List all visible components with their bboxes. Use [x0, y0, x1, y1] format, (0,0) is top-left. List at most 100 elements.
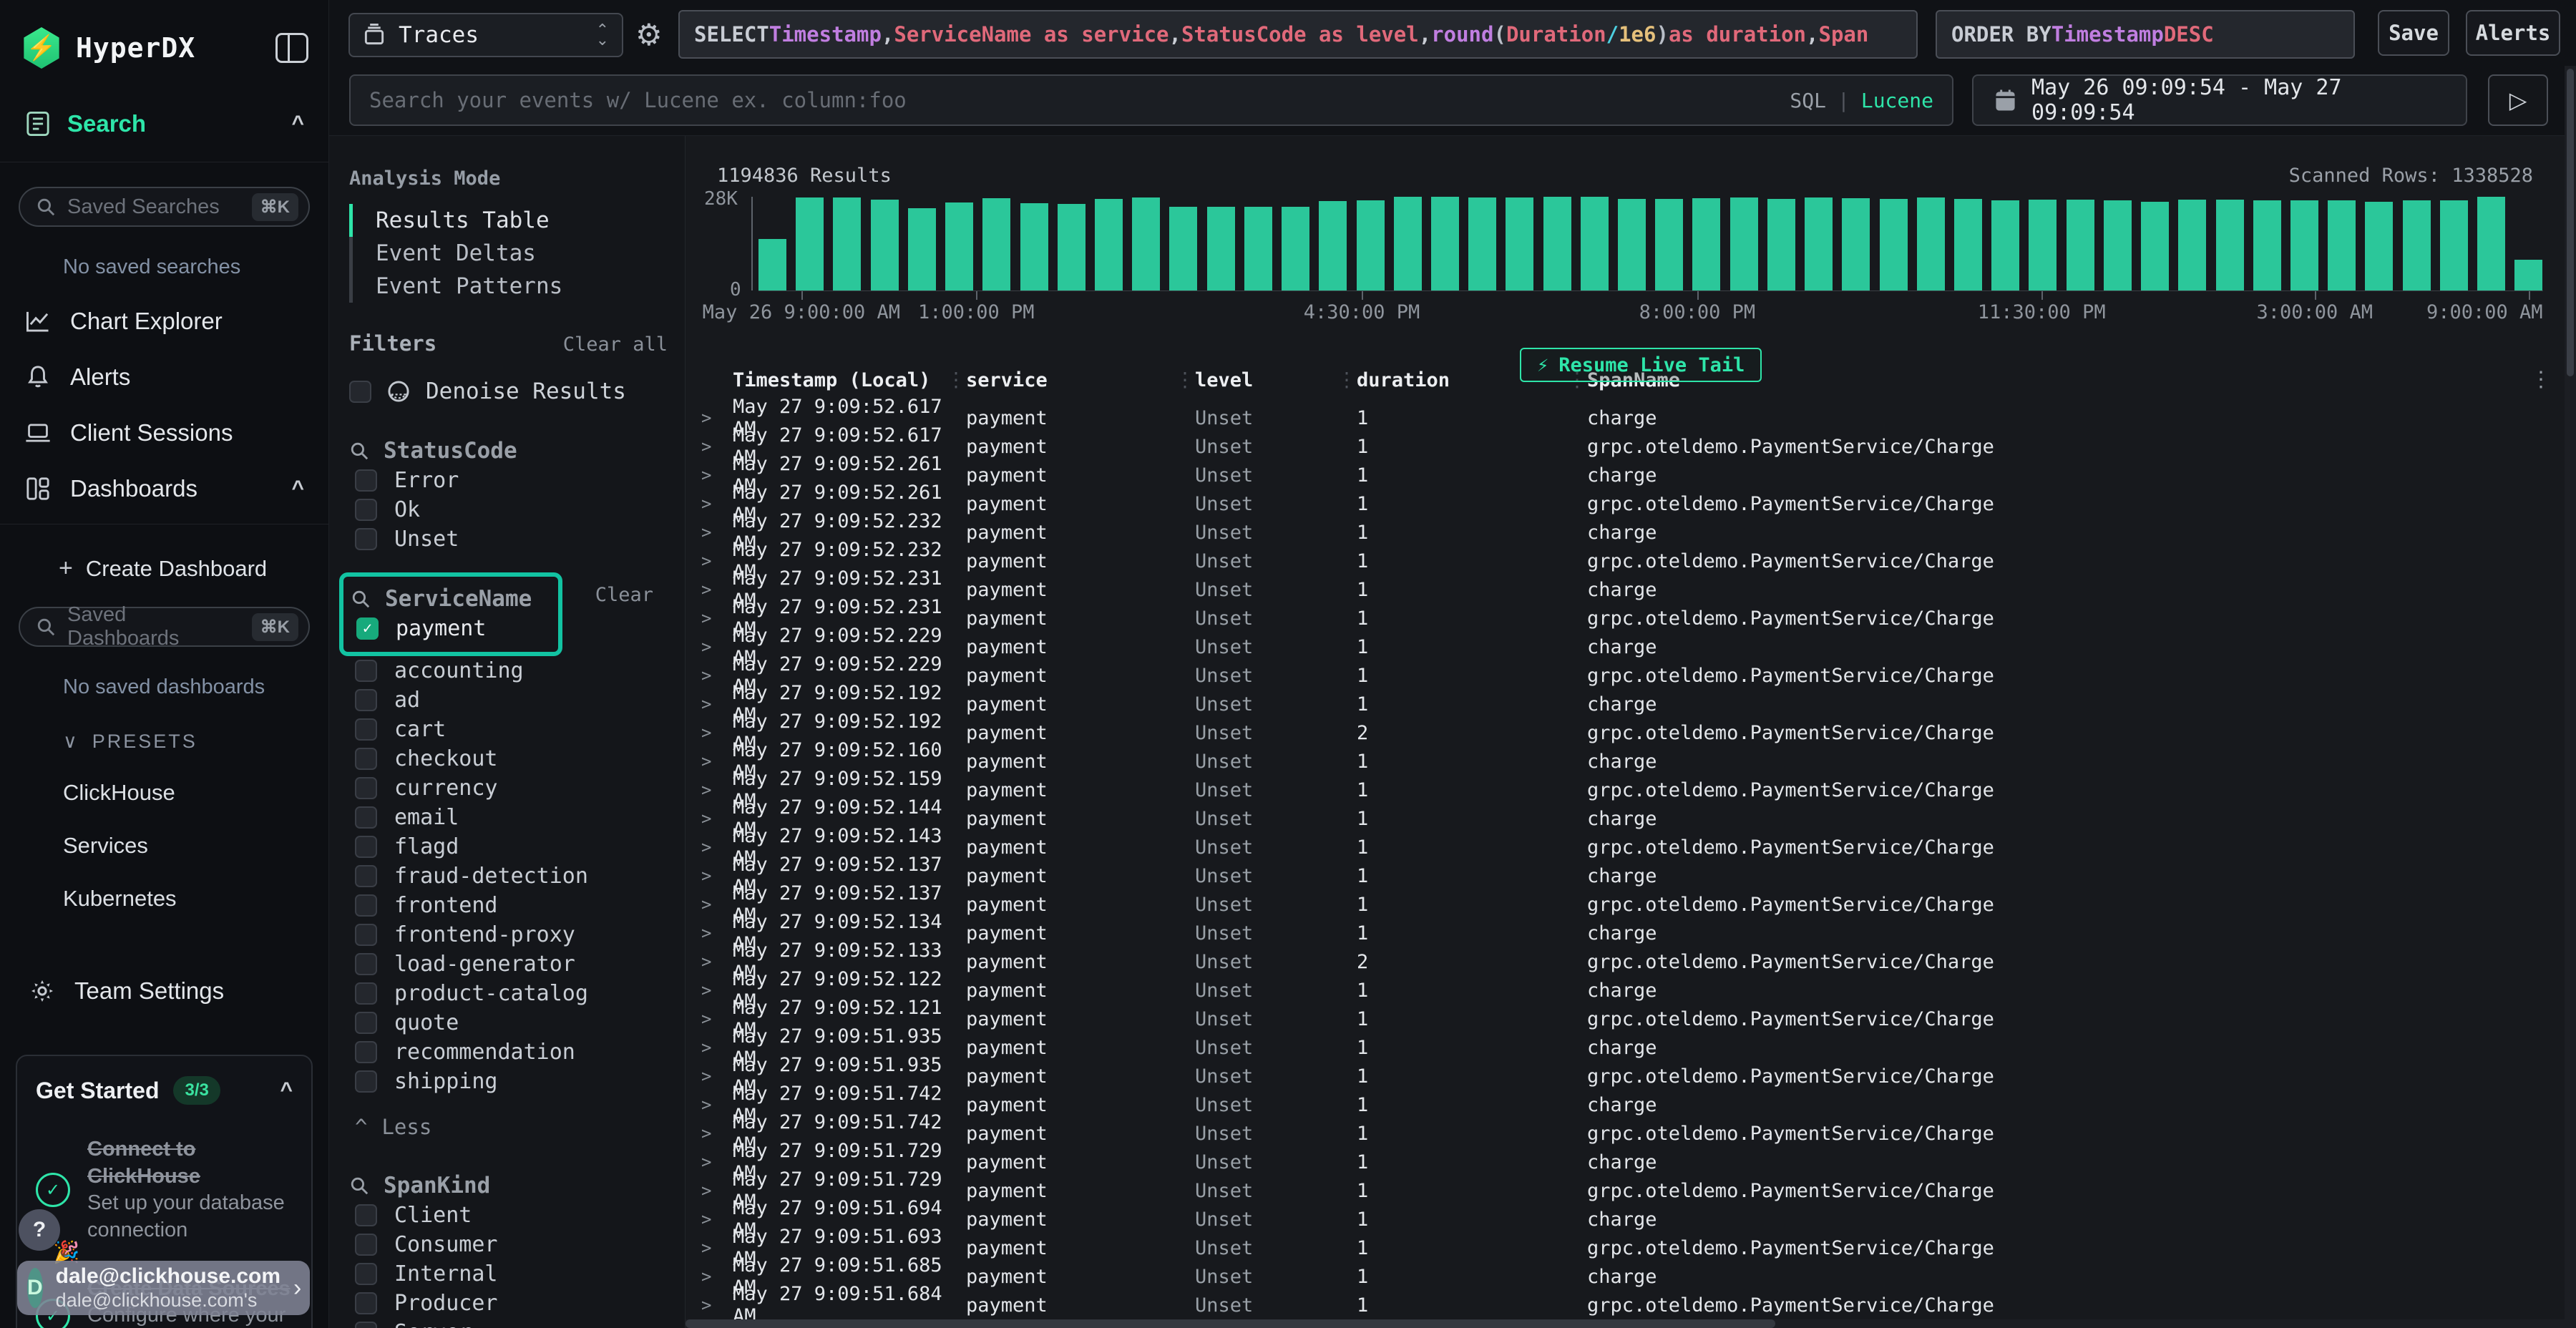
- filter-item[interactable]: Producer: [349, 1289, 668, 1318]
- histogram-bar[interactable]: [2477, 197, 2505, 290]
- filter-item[interactable]: ad: [349, 685, 668, 715]
- filter-item[interactable]: frontend: [349, 891, 668, 920]
- histogram-bar[interactable]: [1506, 197, 1533, 290]
- filter-item[interactable]: Unset: [349, 524, 668, 554]
- row-expand-chevron[interactable]: >: [701, 1266, 733, 1286]
- histogram-bar[interactable]: [1020, 203, 1048, 290]
- row-expand-chevron[interactable]: >: [701, 1295, 733, 1315]
- checkbox[interactable]: [355, 748, 377, 770]
- chevron-up-icon[interactable]: ^: [280, 1078, 293, 1103]
- servicename-clear-link[interactable]: Clear: [595, 584, 653, 606]
- user-menu[interactable]: D dale@clickhouse.com dale@clickhouse.co…: [17, 1261, 310, 1315]
- sidebar-item-client-sessions[interactable]: Client Sessions: [0, 419, 328, 446]
- filter-item[interactable]: fraud-detection: [349, 861, 668, 891]
- histogram-bar[interactable]: [1207, 207, 1235, 290]
- row-expand-chevron[interactable]: >: [701, 494, 733, 514]
- checkbox[interactable]: [355, 865, 377, 887]
- chevron-up-icon[interactable]: ^: [291, 477, 304, 501]
- filter-item[interactable]: accounting: [349, 656, 668, 685]
- row-expand-chevron[interactable]: >: [701, 637, 733, 657]
- saved-dashboards-input[interactable]: Saved Dashboards ⌘K: [19, 607, 310, 647]
- row-expand-chevron[interactable]: >: [701, 1238, 733, 1258]
- row-expand-chevron[interactable]: >: [701, 580, 733, 600]
- checkbox[interactable]: [355, 718, 377, 741]
- histogram-bar[interactable]: [1655, 199, 1683, 290]
- histogram-bar[interactable]: [1730, 197, 1758, 290]
- checkbox[interactable]: [355, 924, 377, 946]
- histogram-bar[interactable]: [1954, 199, 1982, 290]
- checkbox[interactable]: [355, 806, 377, 829]
- checkbox[interactable]: [355, 1204, 377, 1226]
- filter-item[interactable]: flagd: [349, 832, 668, 861]
- filter-item[interactable]: Client: [349, 1201, 668, 1230]
- row-expand-chevron[interactable]: >: [701, 408, 733, 428]
- filter-item[interactable]: Server: [349, 1318, 668, 1328]
- row-expand-chevron[interactable]: >: [701, 1009, 733, 1029]
- histogram-bar[interactable]: [758, 239, 786, 290]
- preset-services[interactable]: Services: [0, 833, 328, 859]
- filter-item[interactable]: Error: [349, 466, 668, 495]
- histogram-bar[interactable]: [2514, 260, 2542, 291]
- chevron-up-icon[interactable]: ^: [291, 112, 304, 136]
- histogram-bar[interactable]: [1244, 207, 1272, 290]
- row-expand-chevron[interactable]: >: [701, 1181, 733, 1201]
- histogram-bar[interactable]: [1991, 200, 2019, 290]
- scrollbar-thumb[interactable]: [686, 1319, 1775, 1328]
- histogram-bar[interactable]: [1618, 199, 1646, 290]
- row-expand-chevron[interactable]: >: [701, 522, 733, 542]
- histogram-bar[interactable]: [1058, 204, 1085, 290]
- histogram-bar[interactable]: [1431, 197, 1459, 290]
- sidebar-item-search[interactable]: Search ^: [0, 69, 328, 137]
- row-expand-chevron[interactable]: >: [701, 780, 733, 800]
- histogram-bar[interactable]: [1282, 207, 1309, 290]
- checkbox[interactable]: [355, 1070, 377, 1093]
- mode-results-table[interactable]: Results Table: [349, 204, 668, 237]
- checkbox[interactable]: [355, 469, 377, 492]
- query-language-toggle[interactable]: SQL | Lucene: [1790, 89, 1933, 112]
- row-expand-chevron[interactable]: >: [701, 980, 733, 1000]
- histogram-bar[interactable]: [2328, 200, 2356, 290]
- histogram-bar[interactable]: [1767, 199, 1795, 290]
- horizontal-scrollbar[interactable]: [686, 1319, 2565, 1328]
- checkbox[interactable]: [355, 528, 377, 550]
- filter-item-payment-checked[interactable]: ✓ payment: [351, 614, 548, 643]
- filter-item[interactable]: shipping: [349, 1067, 668, 1096]
- saved-searches-input[interactable]: Saved Searches ⌘K: [19, 187, 310, 227]
- histogram-bar[interactable]: [2365, 202, 2393, 290]
- filter-item[interactable]: checkout: [349, 744, 668, 773]
- histogram-bar[interactable]: [1468, 197, 1496, 290]
- filter-item[interactable]: cart: [349, 715, 668, 744]
- mode-event-deltas[interactable]: Event Deltas: [349, 237, 668, 270]
- sidebar-item-chart-explorer[interactable]: Chart Explorer: [0, 308, 328, 335]
- histogram-bar[interactable]: [982, 198, 1010, 290]
- row-expand-chevron[interactable]: >: [701, 809, 733, 829]
- col-service[interactable]: ⋮service: [966, 369, 1195, 391]
- filter-item[interactable]: Internal: [349, 1259, 668, 1289]
- save-button[interactable]: Save: [2378, 10, 2449, 56]
- alerts-button[interactable]: Alerts: [2466, 10, 2560, 56]
- show-less-toggle[interactable]: ^ Less: [349, 1115, 668, 1139]
- filter-item[interactable]: load-generator: [349, 949, 668, 979]
- filter-item[interactable]: recommendation: [349, 1038, 668, 1067]
- histogram-bar[interactable]: [1095, 199, 1123, 290]
- row-expand-chevron[interactable]: >: [701, 866, 733, 886]
- histogram-bar[interactable]: [833, 197, 861, 290]
- histogram-bar[interactable]: [796, 197, 824, 290]
- sidebar-collapse-icon[interactable]: [275, 33, 308, 63]
- filter-item[interactable]: currency: [349, 773, 668, 803]
- checkbox[interactable]: [355, 836, 377, 858]
- row-expand-chevron[interactable]: >: [701, 436, 733, 456]
- get-started-step-connect[interactable]: ✓ Connect to ClickHouse Set up your data…: [36, 1136, 293, 1244]
- checkbox[interactable]: [355, 953, 377, 975]
- histogram-bar[interactable]: [1319, 201, 1347, 290]
- histogram-bar[interactable]: [1805, 197, 1833, 290]
- create-dashboard-button[interactable]: + Create Dashboard: [0, 555, 328, 582]
- row-expand-chevron[interactable]: >: [701, 551, 733, 571]
- histogram-bar[interactable]: [1543, 197, 1571, 290]
- histogram-bar[interactable]: [1357, 200, 1385, 290]
- histogram-bar[interactable]: [1880, 199, 1908, 290]
- checkbox[interactable]: [355, 1263, 377, 1285]
- histogram-bar[interactable]: [1581, 197, 1609, 290]
- denoise-results-toggle[interactable]: Denoise Results: [349, 379, 668, 404]
- row-expand-chevron[interactable]: >: [701, 608, 733, 628]
